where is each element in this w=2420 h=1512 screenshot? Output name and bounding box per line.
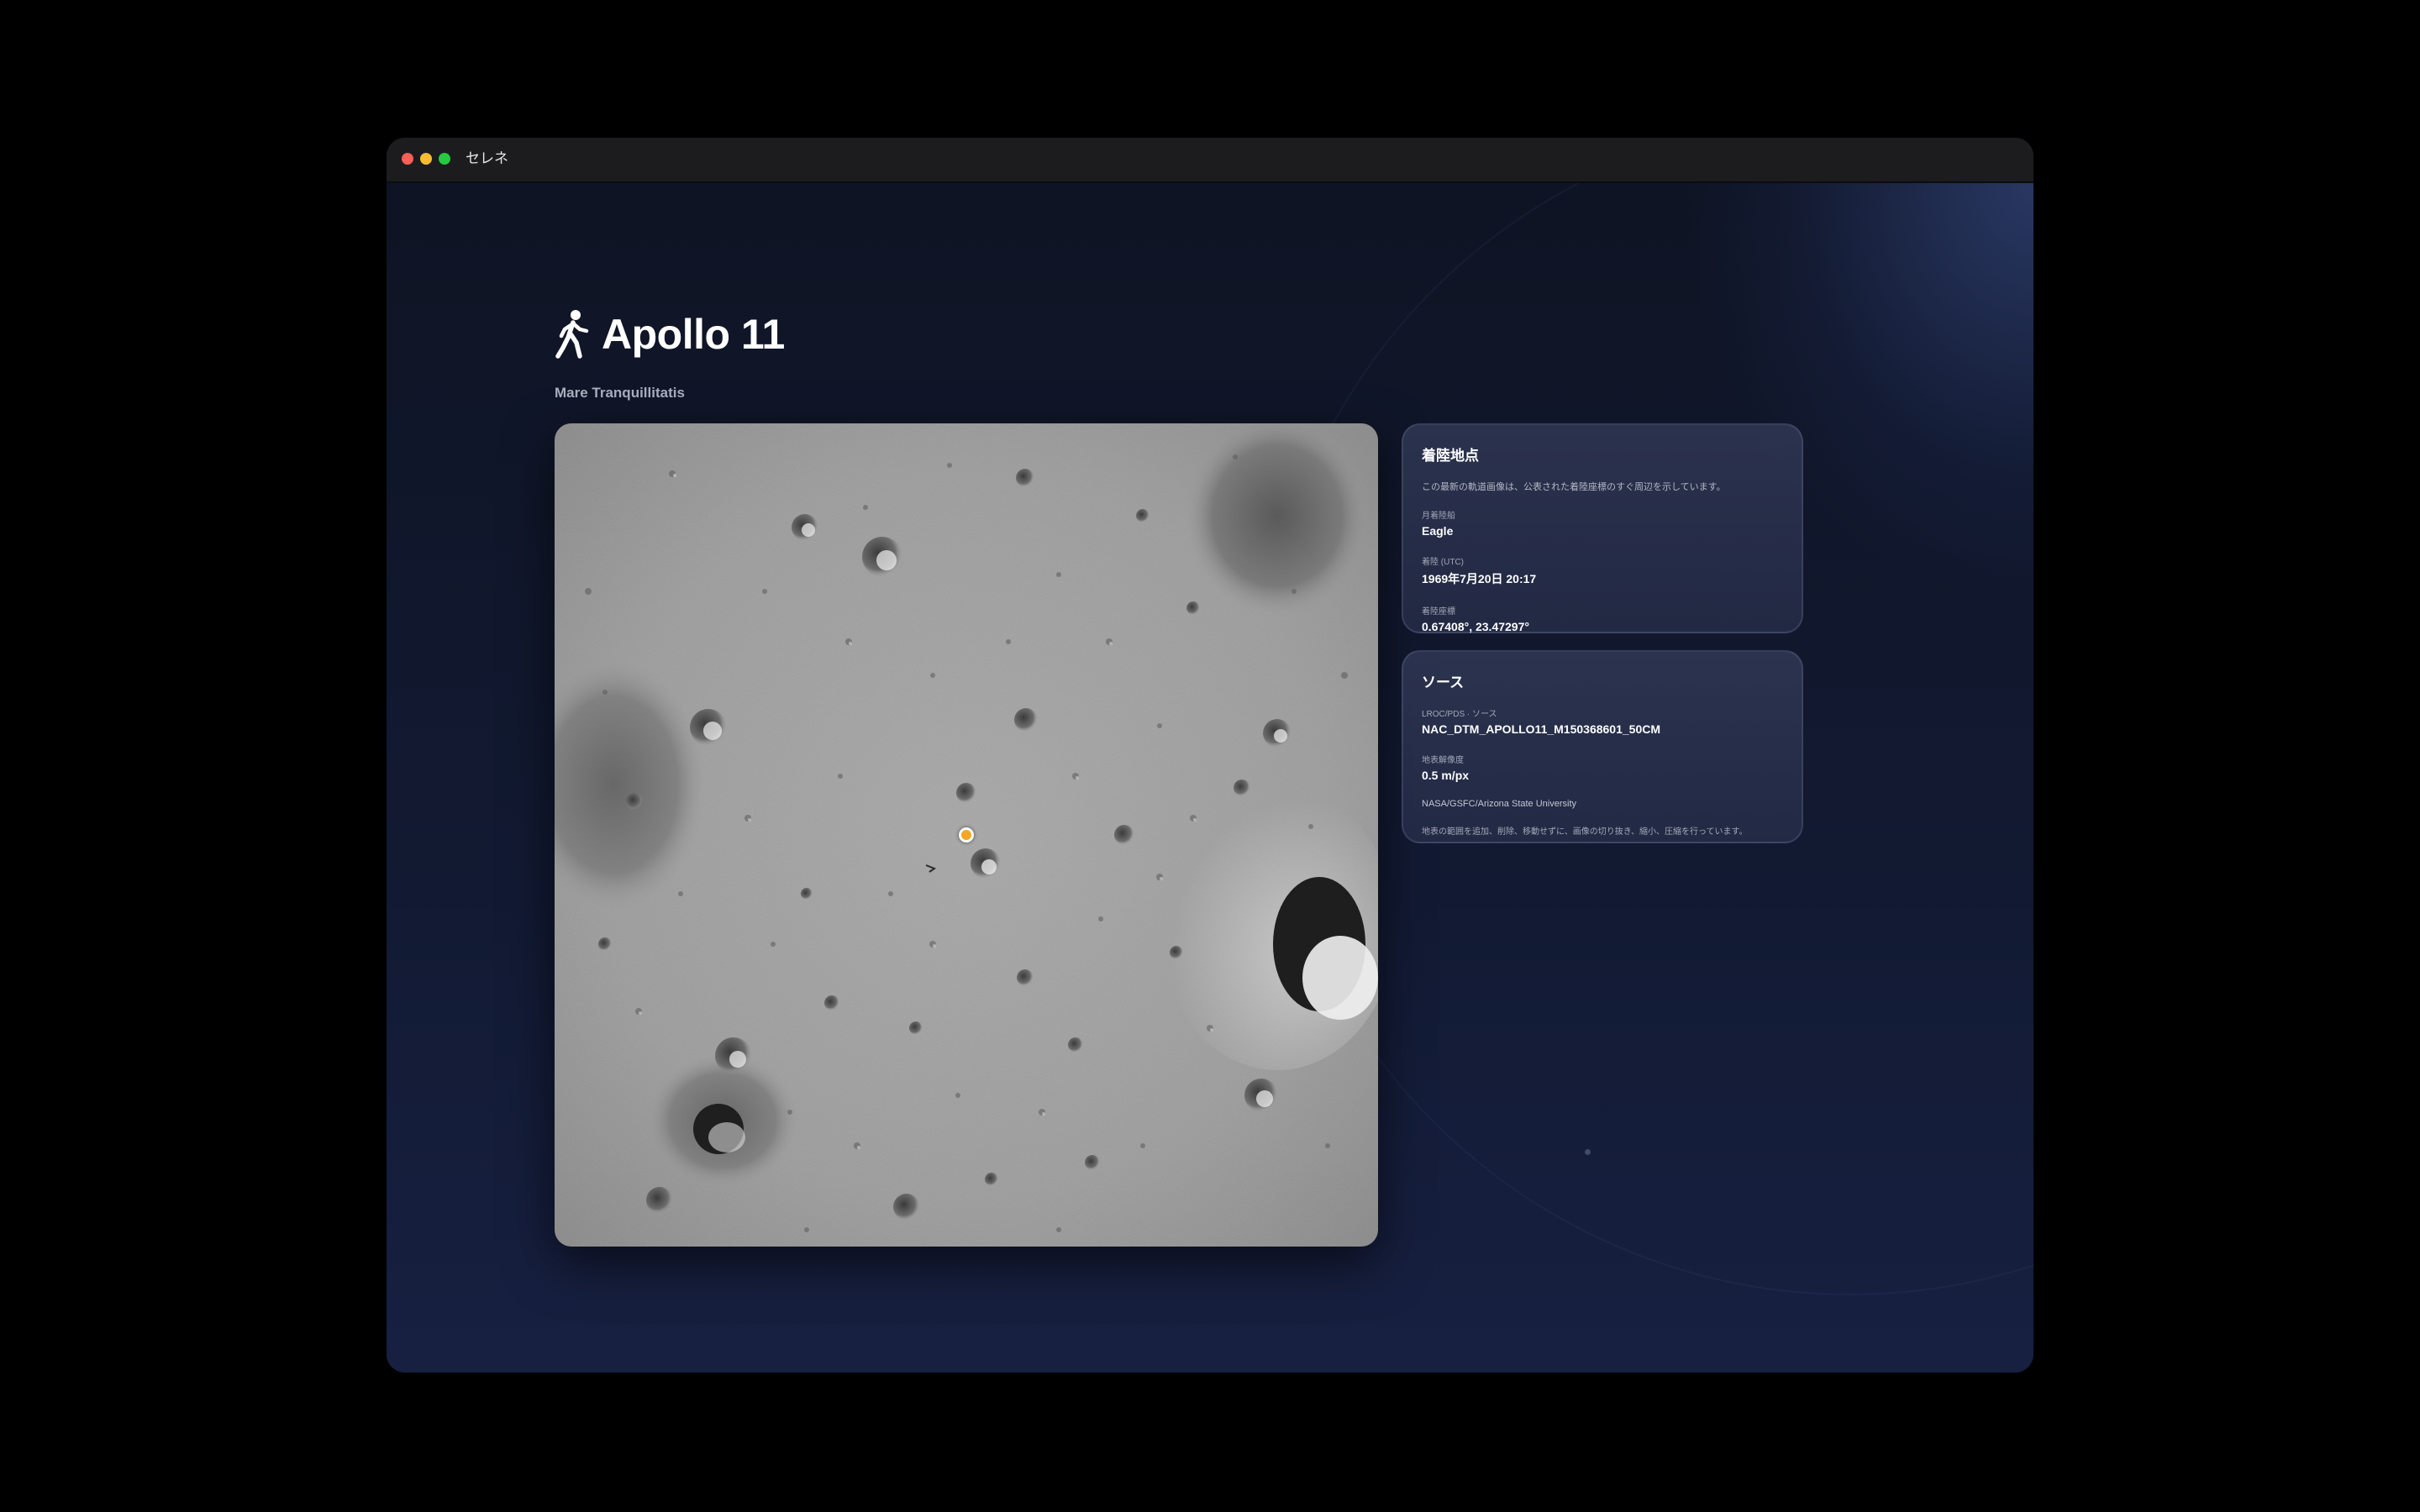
landing-card-title: 着陸地点 bbox=[1422, 448, 1479, 464]
page-title: Apollo 11 bbox=[602, 311, 785, 358]
landing-time-label: 着陸 (UTC) bbox=[1422, 558, 1464, 567]
maximize-window-button[interactable] bbox=[439, 153, 450, 165]
page-subtitle: Mare Tranquillitatis bbox=[555, 385, 685, 401]
window-title: セレネ bbox=[466, 150, 508, 166]
resolution-value: 0.5 m/px bbox=[1422, 769, 1470, 782]
source-value: NAC_DTM_APOLLO11_M150368601_50CM bbox=[1422, 722, 1661, 736]
lander-label: 月着陸船 bbox=[1422, 512, 1455, 521]
landing-site-marker[interactable] bbox=[959, 827, 974, 843]
source-card-title: ソース bbox=[1422, 675, 1465, 690]
page-header: Apollo 11 bbox=[555, 309, 785, 360]
title-bar: セレネ bbox=[387, 138, 2033, 183]
landing-coords-label: 着陸座標 bbox=[1422, 607, 1455, 617]
landing-coords-value: 0.67408°, 23.47297° bbox=[1422, 620, 1529, 633]
main-content: Apollo 11 Mare Tranquillitatis 着陸地点 この最新… bbox=[387, 183, 2033, 1373]
landing-card-description: この最新の軌道画像は、公表された着陸座標のすぐ周辺を示しています。 bbox=[1422, 482, 1726, 492]
source-label: LROC/PDS · ソース bbox=[1422, 710, 1497, 719]
source-card: ソース LROC/PDS · ソース NAC_DTM_APOLLO11_M150… bbox=[1402, 650, 1803, 843]
resolution-label: 地表解像度 bbox=[1422, 756, 1464, 765]
image-credit: NASA/GSFC/Arizona State University bbox=[1422, 799, 1577, 809]
close-window-button[interactable] bbox=[402, 153, 413, 165]
landing-site-card: 着陸地点 この最新の軌道画像は、公表された着陸座標のすぐ周辺を示しています。 月… bbox=[1402, 423, 1803, 633]
minimize-window-button[interactable] bbox=[420, 153, 432, 165]
lunar-surface-image[interactable] bbox=[555, 423, 1378, 1247]
decorative-orbit-dot bbox=[1585, 1149, 1591, 1155]
app-window: セレネ Apollo 11 Mare Tranquillitatis 着陸地点 … bbox=[387, 138, 2033, 1373]
processing-note: 地表の範囲を追加、削除、移動せずに、画像の切り抜き、縮小、圧縮を行っています。 bbox=[1422, 827, 1748, 837]
person-walking-icon bbox=[555, 310, 589, 359]
lander-value: Eagle bbox=[1422, 524, 1454, 538]
landing-time-value: 1969年7月20日 20:17 bbox=[1422, 572, 1537, 585]
